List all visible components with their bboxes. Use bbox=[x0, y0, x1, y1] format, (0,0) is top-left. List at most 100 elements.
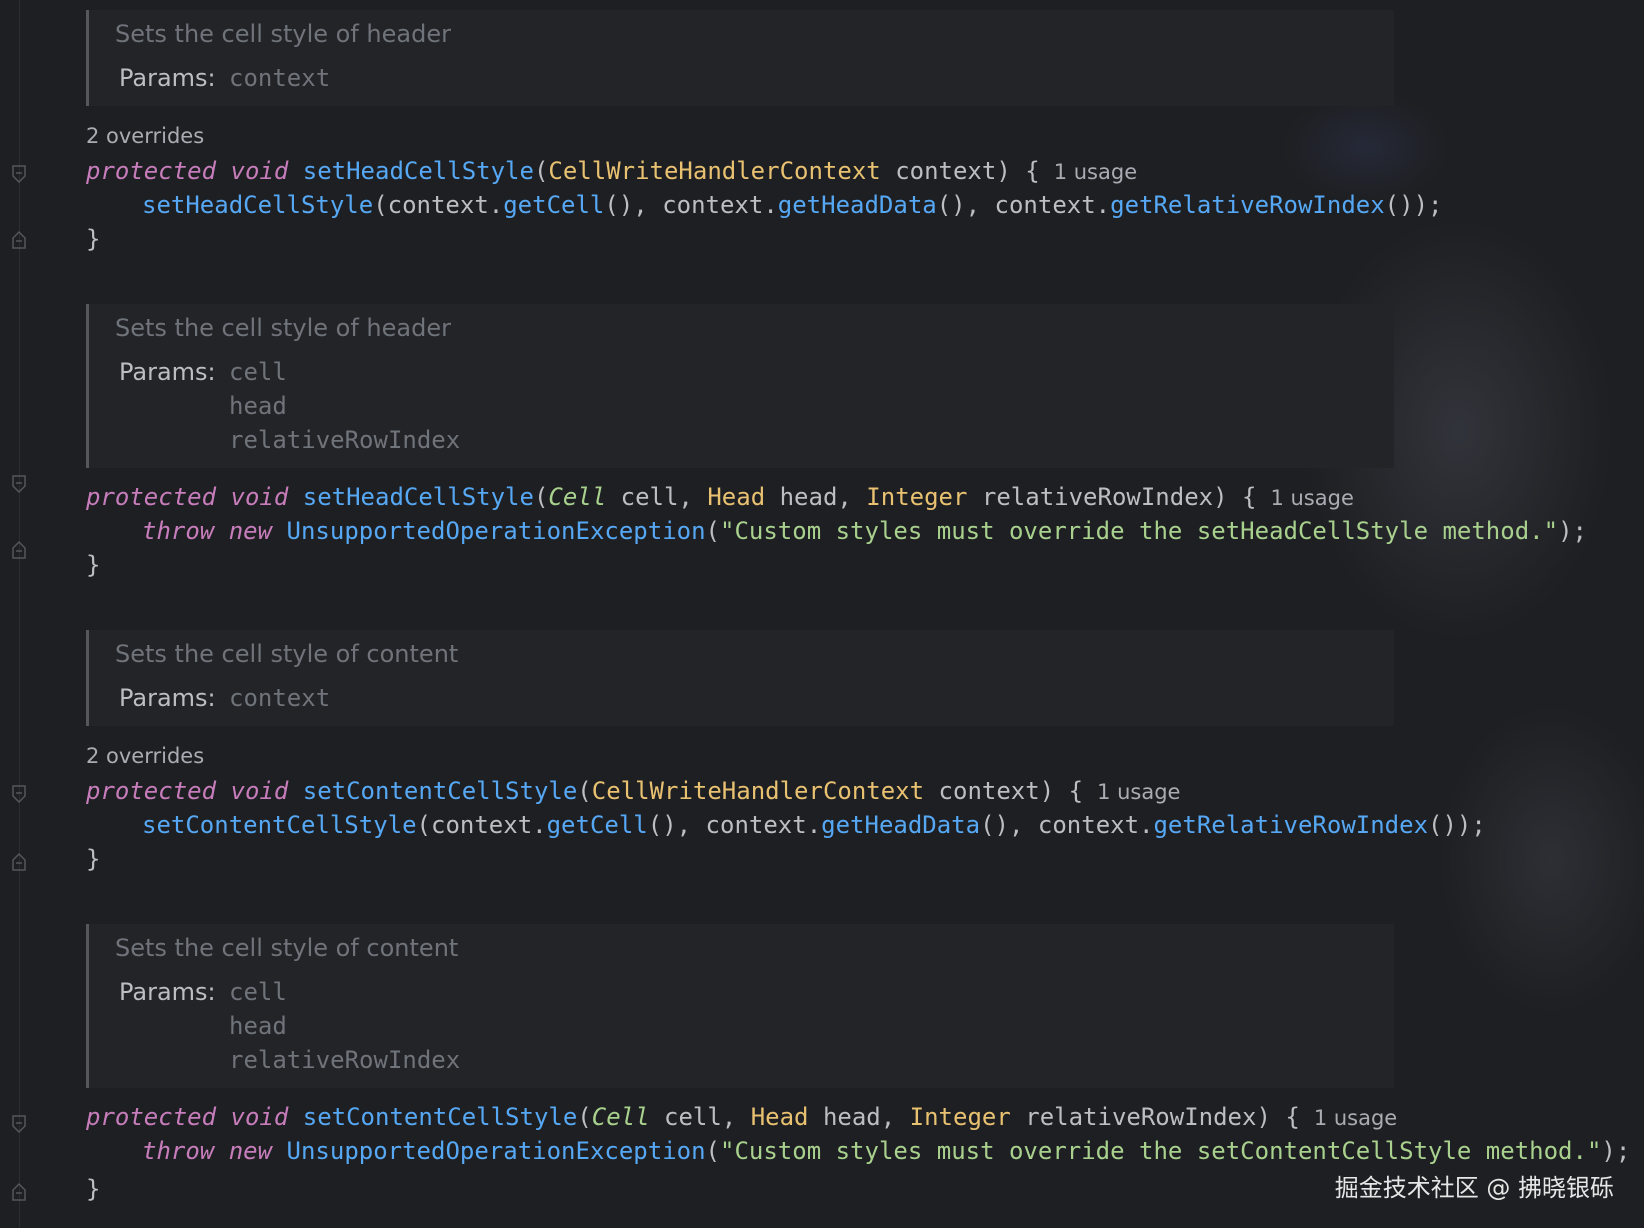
param-name: head, bbox=[765, 483, 867, 511]
closing-brace: } bbox=[86, 551, 101, 579]
method-signature[interactable]: protected void setHeadCellStyle(Cell cel… bbox=[86, 482, 1354, 513]
doc-params-label: Params: bbox=[119, 978, 216, 1006]
call-name: getHeadData bbox=[821, 811, 981, 839]
param-name: context bbox=[895, 157, 997, 185]
method-signature[interactable]: protected void setContentCellStyle(CellW… bbox=[86, 776, 1180, 807]
param-type: Head bbox=[750, 1103, 809, 1131]
method-body-line[interactable]: setHeadCellStyle(context.getCell (), cont… bbox=[142, 190, 1442, 220]
keyword-modifier: protected bbox=[86, 483, 217, 511]
doc-summary: Sets the cell style of header bbox=[115, 20, 451, 48]
paren-close: ) { bbox=[1213, 483, 1257, 511]
usage-hint[interactable]: 1 usage bbox=[1097, 780, 1180, 804]
code-text: (), context. bbox=[936, 191, 1111, 219]
string-literal: "Custom styles must override the setCont… bbox=[720, 1137, 1602, 1165]
javadoc-block[interactable]: Sets the cell style of content Params: c… bbox=[86, 924, 1394, 1088]
paren: ( bbox=[577, 1103, 592, 1131]
keyword-throw: throw bbox=[142, 517, 215, 545]
keyword-return-type: void bbox=[230, 1103, 289, 1131]
paren-close: ) { bbox=[1039, 777, 1084, 805]
param-name: cell, bbox=[606, 483, 708, 511]
method-signature[interactable]: protected void setHeadCellStyle(CellWrit… bbox=[86, 156, 1137, 187]
param-type: Integer bbox=[866, 483, 968, 511]
keyword-modifier: protected bbox=[86, 1103, 217, 1131]
keyword-throw: throw bbox=[142, 1137, 215, 1165]
method-body-line[interactable]: setContentCellStyle(context.getCell(), c… bbox=[142, 810, 1486, 840]
paren-close: ) { bbox=[996, 157, 1040, 185]
usage-hint[interactable]: 1 usage bbox=[1054, 160, 1137, 184]
keyword-return-type: void bbox=[230, 777, 289, 805]
fold-end-icon[interactable] bbox=[11, 230, 27, 250]
javadoc-block[interactable]: Sets the cell style of header Params: co… bbox=[86, 10, 1394, 106]
param-type: CellWriteHandlerContext bbox=[591, 777, 925, 805]
fold-end-icon[interactable] bbox=[11, 1182, 27, 1202]
doc-param: head bbox=[229, 1012, 287, 1040]
doc-param: cell bbox=[229, 358, 287, 386]
doc-params-label: Params: bbox=[119, 358, 216, 386]
param-type: Cell bbox=[591, 1103, 650, 1131]
doc-summary: Sets the cell style of content bbox=[115, 640, 459, 668]
javadoc-block[interactable]: Sets the cell style of content Params: c… bbox=[86, 630, 1394, 726]
method-name: setContentCellStyle bbox=[302, 777, 578, 805]
keyword-modifier: protected bbox=[86, 777, 217, 805]
doc-param: context bbox=[229, 64, 331, 92]
exception-class: UnsupportedOperationException bbox=[286, 1137, 706, 1165]
usage-hint[interactable]: 1 usage bbox=[1314, 1106, 1397, 1130]
closing-brace: } bbox=[86, 225, 101, 253]
closing-brace: } bbox=[86, 845, 101, 873]
code-text: (), context. bbox=[980, 811, 1154, 839]
param-name: context bbox=[938, 777, 1040, 805]
call-name: getRelativeRowIndex bbox=[1110, 191, 1385, 219]
method-name: setHeadCellStyle bbox=[302, 483, 534, 511]
code-text: (), context. bbox=[647, 811, 822, 839]
code-text: (context. bbox=[416, 811, 547, 839]
paren: ( bbox=[705, 517, 720, 545]
method-body-line[interactable]: throw new UnsupportedOperationException(… bbox=[142, 1136, 1630, 1166]
doc-params-label: Params: bbox=[119, 684, 216, 712]
doc-summary: Sets the cell style of header bbox=[115, 314, 451, 342]
usage-hint[interactable]: 1 usage bbox=[1270, 486, 1353, 510]
fold-start-icon[interactable] bbox=[11, 1114, 27, 1134]
param-type: CellWriteHandlerContext bbox=[548, 157, 881, 185]
gutter-line bbox=[19, 0, 20, 1228]
paren: ( bbox=[705, 1137, 720, 1165]
overrides-hint[interactable]: 2 overrides bbox=[86, 744, 204, 768]
editor-gutter bbox=[0, 0, 42, 1228]
param-name: relativeRowIndex bbox=[967, 483, 1214, 511]
paren-close: ) { bbox=[1256, 1103, 1300, 1131]
param-type: Head bbox=[707, 483, 766, 511]
doc-param: cell bbox=[229, 978, 287, 1006]
javadoc-block[interactable]: Sets the cell style of header Params: ce… bbox=[86, 304, 1394, 468]
param-type: Cell bbox=[548, 483, 607, 511]
fold-start-icon[interactable] bbox=[11, 784, 27, 804]
call-name: getHeadData bbox=[777, 191, 937, 219]
doc-param: head bbox=[229, 392, 287, 420]
method-body-line[interactable]: throw new UnsupportedOperationException(… bbox=[142, 516, 1587, 546]
fold-end-icon[interactable] bbox=[11, 540, 27, 560]
exception-class: UnsupportedOperationException bbox=[286, 517, 706, 545]
keyword-modifier: protected bbox=[86, 157, 217, 185]
call-name: getCell bbox=[546, 811, 648, 839]
call-name: setContentCellStyle bbox=[142, 811, 417, 839]
param-name: relativeRowIndex bbox=[1010, 1103, 1257, 1131]
keyword-new: new bbox=[228, 1137, 273, 1165]
paren: ( bbox=[533, 483, 549, 511]
closing-brace: } bbox=[86, 1175, 101, 1203]
param-name: head, bbox=[808, 1103, 910, 1131]
keyword-return-type: void bbox=[230, 483, 289, 511]
call-name: getCell bbox=[503, 191, 605, 219]
doc-param: context bbox=[229, 684, 331, 712]
code-text: (context. bbox=[373, 191, 504, 219]
fold-start-icon[interactable] bbox=[11, 474, 27, 494]
doc-params-label: Params: bbox=[119, 64, 216, 92]
call-name: setHeadCellStyle bbox=[142, 191, 374, 219]
method-name: setHeadCellStyle bbox=[302, 157, 534, 185]
code-text: ()); bbox=[1428, 811, 1486, 839]
fold-start-icon[interactable] bbox=[11, 164, 27, 184]
method-signature[interactable]: protected void setContentCellStyle(Cell … bbox=[86, 1102, 1397, 1133]
keyword-return-type: void bbox=[230, 157, 289, 185]
call-name: getRelativeRowIndex bbox=[1153, 811, 1429, 839]
doc-summary: Sets the cell style of content bbox=[115, 934, 459, 962]
fold-end-icon[interactable] bbox=[11, 852, 27, 872]
overrides-hint[interactable]: 2 overrides bbox=[86, 124, 204, 148]
method-name: setContentCellStyle bbox=[302, 1103, 578, 1131]
